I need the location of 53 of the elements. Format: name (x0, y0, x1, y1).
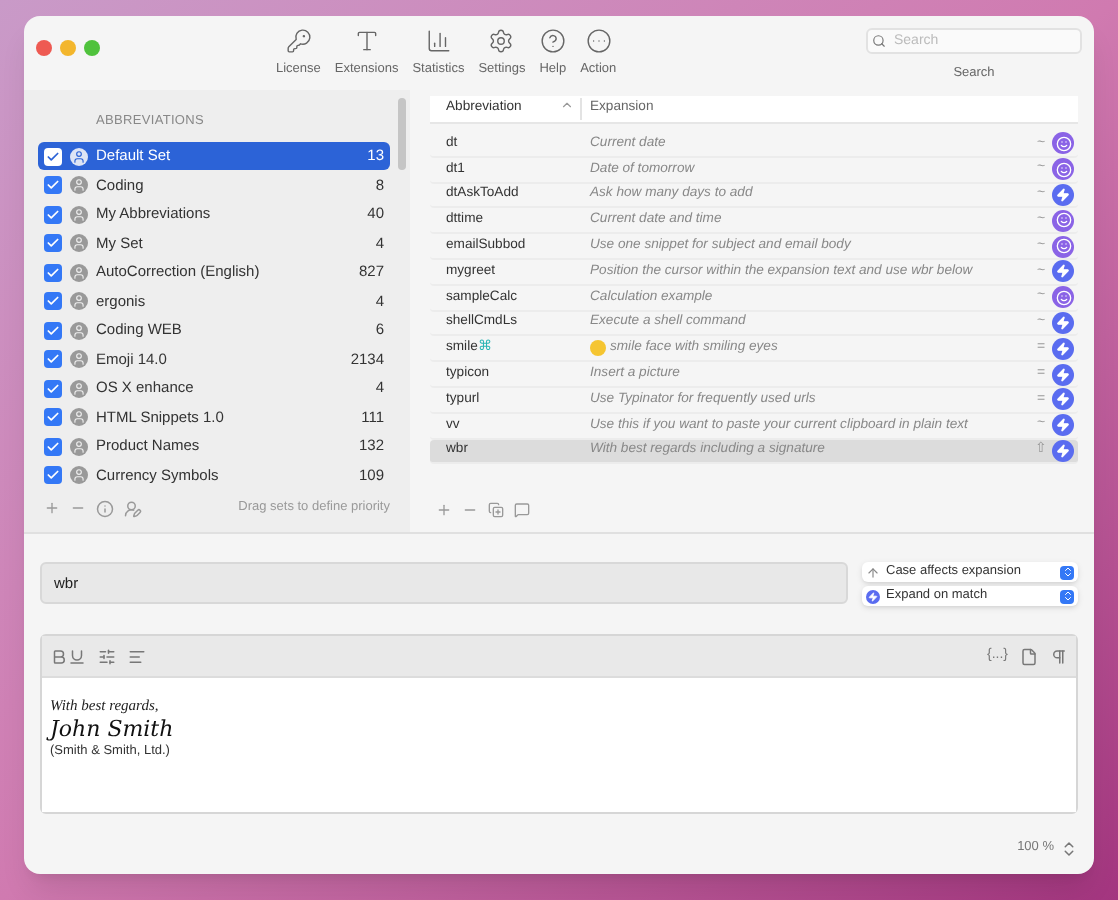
scrollbar[interactable] (398, 98, 406, 170)
checkbox[interactable] (44, 176, 62, 194)
sliders-icon[interactable] (98, 647, 116, 665)
person-icon (70, 147, 88, 165)
pilcrow-icon[interactable] (1050, 647, 1068, 665)
settings-icon (488, 28, 515, 54)
key-icon (285, 28, 312, 54)
search-icon (872, 34, 886, 48)
person-icon (70, 379, 88, 397)
speech-bubble-icon[interactable] (514, 502, 530, 518)
stepper-icon[interactable] (1060, 839, 1078, 858)
person-icon (70, 321, 88, 339)
checkbox[interactable] (44, 466, 62, 484)
bar-chart-icon (425, 28, 452, 54)
stepper-icon (1060, 589, 1074, 603)
duplicate-icon[interactable] (488, 502, 504, 518)
person-icon (70, 292, 88, 310)
arrow-up-icon (866, 565, 880, 579)
person-icon (70, 234, 88, 252)
checkbox[interactable] (44, 147, 62, 165)
align-left-icon[interactable] (128, 647, 146, 665)
add-icon[interactable] (436, 502, 452, 518)
signature-text: John Smith (50, 716, 174, 743)
checkbox[interactable] (44, 234, 62, 252)
person-icon (70, 408, 88, 426)
person-icon (70, 350, 88, 368)
person-icon (70, 466, 88, 484)
checkbox[interactable] (44, 263, 62, 281)
checkbox[interactable] (44, 350, 62, 368)
checkbox[interactable] (44, 379, 62, 397)
person-edit-icon[interactable] (124, 499, 142, 518)
checkbox[interactable] (44, 437, 62, 455)
help-icon (539, 28, 566, 54)
info-icon[interactable] (96, 499, 114, 518)
underline-icon[interactable] (68, 647, 86, 665)
zoom-button[interactable] (84, 40, 100, 56)
stepper-icon (1060, 565, 1074, 579)
person-icon (70, 263, 88, 281)
bolt-icon (866, 589, 880, 603)
close-button[interactable] (36, 40, 52, 56)
add-icon[interactable] (44, 500, 60, 517)
checkbox[interactable] (44, 205, 62, 223)
checkbox[interactable] (44, 408, 62, 426)
ellipsis-icon (585, 28, 612, 54)
person-icon (70, 176, 88, 194)
text-icon (353, 28, 380, 54)
checkbox[interactable] (44, 292, 62, 310)
person-icon (70, 205, 88, 223)
person-icon (70, 437, 88, 455)
sort-caret-icon (560, 98, 574, 113)
bold-icon[interactable] (50, 647, 68, 665)
checkbox[interactable] (44, 321, 62, 339)
document-icon[interactable] (1020, 647, 1038, 665)
